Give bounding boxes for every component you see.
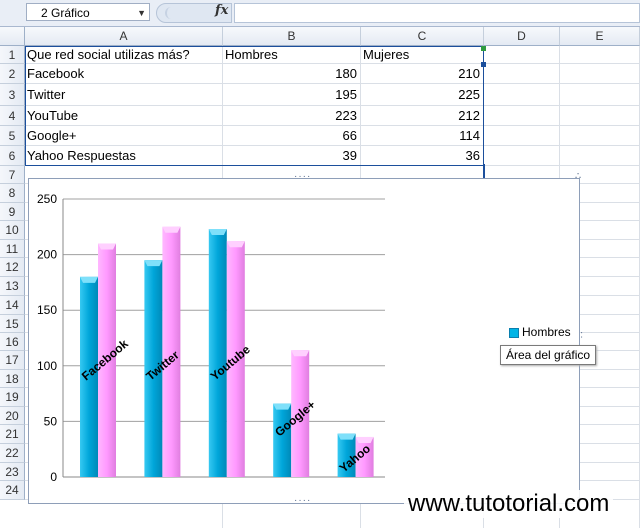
chart-resize-handle-corner-tr[interactable]: ∴ bbox=[575, 171, 582, 182]
bar-top-cap bbox=[162, 226, 181, 233]
row-header-23[interactable]: 23 bbox=[0, 463, 25, 481]
row-header-3[interactable]: 3 bbox=[0, 84, 25, 106]
row-header-9[interactable]: 9 bbox=[0, 203, 25, 221]
y-tick-label: 50 bbox=[44, 414, 58, 428]
row-header-22[interactable]: 22 bbox=[0, 444, 25, 463]
row-header-17[interactable]: 17 bbox=[0, 351, 25, 370]
row-header-12[interactable]: 12 bbox=[0, 258, 25, 277]
row-header-19[interactable]: 19 bbox=[0, 388, 25, 407]
row-header-24[interactable]: 24 bbox=[0, 481, 25, 500]
row-header-6[interactable]: 6 bbox=[0, 146, 25, 166]
name-box[interactable]: 2 Gráfico ▼ bbox=[26, 3, 150, 21]
row-header-14[interactable]: 14 bbox=[0, 296, 25, 315]
bar-top-cap bbox=[80, 276, 98, 283]
chart-resize-handle-right[interactable]: ·· bbox=[576, 331, 587, 340]
bar-top-cap bbox=[98, 243, 116, 250]
chart-resize-handle-bottom[interactable]: ···· bbox=[294, 495, 311, 506]
column-header-e[interactable]: E bbox=[560, 27, 640, 46]
y-tick-label: 100 bbox=[37, 359, 57, 373]
y-tick-label: 250 bbox=[37, 192, 57, 206]
bar-top-cap bbox=[337, 433, 356, 440]
chart-legend[interactable]: Hombres bbox=[509, 325, 571, 339]
range-outline-bottom bbox=[483, 164, 485, 178]
column-header-a[interactable]: A bbox=[25, 27, 223, 46]
range-handle-c6[interactable] bbox=[481, 62, 486, 67]
chevron-down-icon[interactable]: ▼ bbox=[137, 4, 146, 22]
row-header-11[interactable]: 11 bbox=[0, 240, 25, 258]
bar-top-cap bbox=[144, 260, 163, 267]
row-header-5[interactable]: 5 bbox=[0, 126, 25, 146]
chart-area[interactable]: 0 50 100 150 200 250 Facebook Twitter Youtube Go… bbox=[28, 171, 587, 506]
row-header-10[interactable]: 10 bbox=[0, 221, 25, 240]
column-header-b[interactable]: B bbox=[223, 27, 361, 46]
name-box-value: 2 Gráfico bbox=[41, 6, 90, 20]
chart-resize-handle-top[interactable]: ···· bbox=[294, 171, 311, 182]
legend-swatch-hombres bbox=[509, 327, 519, 338]
row-header-16[interactable]: 16 bbox=[0, 333, 25, 351]
row-header-7[interactable]: 7 bbox=[0, 166, 25, 184]
row-header-1[interactable]: 1 bbox=[0, 46, 25, 64]
bar-top-cap bbox=[291, 350, 310, 357]
row-header-18[interactable]: 18 bbox=[0, 370, 25, 388]
column-header-c[interactable]: C bbox=[361, 27, 484, 46]
bar-top-cap bbox=[208, 229, 227, 236]
watermark-text: www.tutotorial.com bbox=[404, 490, 614, 518]
y-tick-label: 200 bbox=[37, 248, 57, 262]
bar-top-cap bbox=[273, 403, 292, 410]
row-header-21[interactable]: 21 bbox=[0, 425, 25, 444]
row-header-15[interactable]: 15 bbox=[0, 315, 25, 333]
row-header-4[interactable]: 4 bbox=[0, 106, 25, 126]
data-range-outline bbox=[25, 46, 484, 166]
formula-bar: 2 Gráfico ▼ fx bbox=[0, 0, 640, 27]
formula-input[interactable] bbox=[234, 3, 640, 23]
y-tick-label: 0 bbox=[50, 470, 57, 484]
legend-label-hombres: Hombres bbox=[522, 325, 571, 339]
y-tick-label: 150 bbox=[37, 303, 57, 317]
bar-hombres-youtube[interactable] bbox=[208, 229, 227, 477]
row-header-13[interactable]: 13 bbox=[0, 277, 25, 296]
chart-area-tooltip: Área del gráfico bbox=[500, 345, 597, 365]
insert-function-icon[interactable]: fx bbox=[215, 3, 228, 18]
select-all-corner[interactable] bbox=[0, 27, 25, 46]
column-chart[interactable]: 050100150200250 Facebook Twitter YoutubeGo… bbox=[29, 179, 579, 503]
bar-top-cap bbox=[226, 241, 245, 248]
column-header-d[interactable]: D bbox=[484, 27, 560, 46]
row-header-8[interactable]: 8 bbox=[0, 184, 25, 203]
grip-icon bbox=[165, 7, 177, 19]
row-header-2[interactable]: 2 bbox=[0, 64, 25, 84]
range-handle-c1[interactable] bbox=[481, 46, 486, 51]
row-header-20[interactable]: 20 bbox=[0, 407, 25, 425]
